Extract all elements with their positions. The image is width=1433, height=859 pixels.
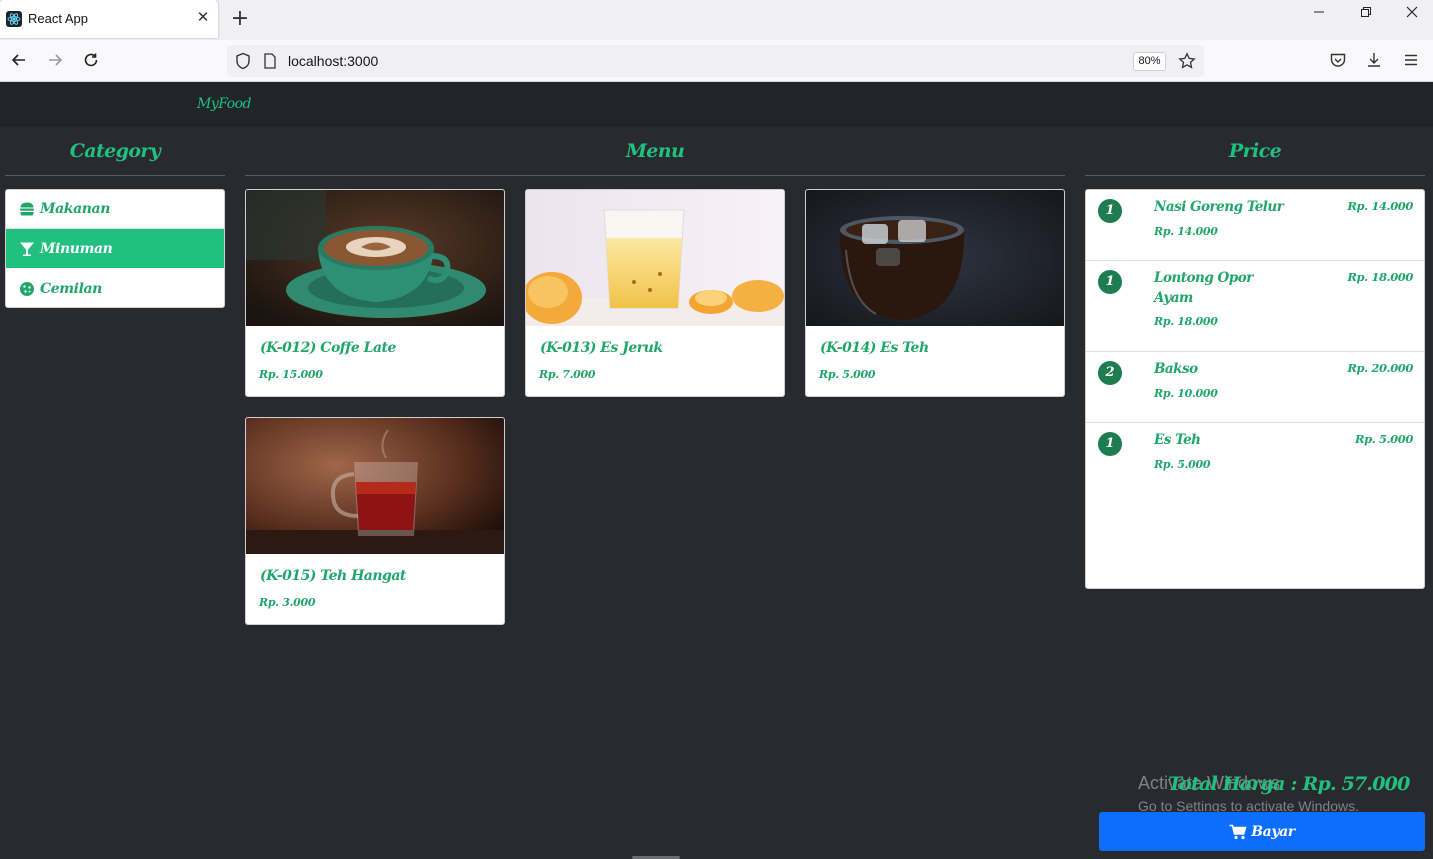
minimize-icon[interactable] — [1306, 6, 1332, 32]
order-list: 1 Nasi Goreng Telur Rp. 14.000 Rp. 14.00… — [1085, 189, 1425, 589]
cocktail-icon — [19, 241, 35, 257]
forward-icon[interactable] — [44, 49, 66, 71]
order-item-name: Bakso — [1154, 361, 1198, 377]
category-heading: Category — [69, 140, 161, 162]
category-label: Minuman — [40, 240, 113, 257]
burger-icon — [19, 201, 35, 217]
hot-tea-photo — [246, 418, 504, 554]
order-item-unit-price: Rp. 10.000 — [1154, 387, 1218, 400]
category-divider — [5, 175, 225, 176]
page-icon — [263, 53, 277, 73]
order-item-name: Lontong Opor Ayam — [1154, 270, 1253, 306]
category-item-cemilan[interactable]: Cemilan — [6, 269, 224, 307]
order-item[interactable]: 1 Es Teh Rp. 5.000 Rp. 5.000 — [1086, 423, 1424, 493]
order-item-name: Es Teh — [1154, 432, 1201, 448]
order-item[interactable]: 1 Nasi Goreng Telur Rp. 14.000 Rp. 14.00… — [1086, 190, 1424, 261]
order-item[interactable]: 1 Lontong Opor Ayam Rp. 18.000 Rp. 18.00… — [1086, 261, 1424, 352]
total-price: Total Harga : Rp. 57.000 — [1168, 773, 1410, 795]
quantity-badge: 1 — [1098, 199, 1122, 223]
url-bar[interactable]: localhost:3000 80% — [227, 45, 1204, 77]
menu-card[interactable]: (K-013) Es Jeruk Rp. 7.000 — [525, 189, 785, 397]
quantity-badge: 2 — [1098, 361, 1122, 385]
tab-title: React App — [28, 11, 88, 26]
new-tab-button[interactable]: + — [229, 7, 251, 31]
browser-tab-bar: React App ✕ + — [0, 0, 1433, 40]
order-item-unit-price: Rp. 18.000 — [1154, 315, 1218, 328]
menu-card[interactable]: (K-012) Coffe Late Rp. 15.000 — [245, 189, 505, 397]
category-item-minuman[interactable]: Minuman — [6, 229, 224, 268]
pocket-icon[interactable] — [1327, 49, 1349, 71]
category-label: Cemilan — [40, 280, 102, 297]
menu-card-price: Rp. 15.000 — [259, 368, 323, 381]
restore-icon[interactable] — [1353, 6, 1379, 32]
pay-button[interactable]: Bayar — [1099, 812, 1425, 851]
category-label: Makanan — [40, 201, 110, 217]
orange-juice-photo — [526, 190, 784, 326]
zoom-level-badge[interactable]: 80% — [1133, 52, 1166, 71]
cookie-icon — [19, 281, 35, 297]
menu-card-title: (K-014) Es Teh — [820, 340, 929, 356]
browser-toolbar: localhost:3000 80% — [0, 40, 1433, 82]
menu-card-title: (K-012) Coffe Late — [260, 340, 396, 356]
menu-card[interactable]: (K-015) Teh Hangat Rp. 3.000 — [245, 417, 505, 625]
shield-icon[interactable] — [235, 52, 251, 74]
order-item-unit-price: Rp. 5.000 — [1154, 458, 1211, 471]
menu-card-title: (K-015) Teh Hangat — [260, 568, 406, 584]
latte-photo — [246, 190, 504, 326]
category-list: Makanan Minuman Cemilan — [5, 189, 225, 308]
order-item-total: Rp. 14.000 — [1347, 199, 1413, 213]
close-window-icon[interactable] — [1399, 6, 1425, 32]
menu-icon[interactable] — [1400, 49, 1422, 71]
price-heading: Price — [1228, 140, 1282, 162]
order-item-name: Nasi Goreng Telur — [1154, 199, 1284, 215]
category-item-makanan[interactable]: Makanan — [6, 190, 224, 229]
quantity-badge: 1 — [1098, 270, 1122, 294]
url-text[interactable]: localhost:3000 — [288, 53, 378, 69]
menu-card-price: Rp. 5.000 — [819, 368, 876, 381]
react-favicon-icon — [6, 11, 22, 27]
menu-divider — [245, 175, 1065, 176]
app-navbar: MyFood — [0, 82, 1433, 127]
order-item-total: Rp. 5.000 — [1354, 432, 1413, 446]
menu-card-title: (K-013) Es Jeruk — [540, 340, 663, 356]
cart-icon — [1229, 824, 1247, 840]
order-item-unit-price: Rp. 14.000 — [1154, 225, 1218, 238]
menu-card-price: Rp. 3.000 — [259, 596, 316, 609]
menu-card[interactable]: (K-014) Es Teh Rp. 5.000 — [805, 189, 1065, 397]
download-icon[interactable] — [1363, 49, 1385, 71]
browser-tab[interactable]: React App ✕ — [0, 0, 218, 38]
price-divider — [1085, 175, 1425, 176]
order-item-total: Rp. 18.000 — [1347, 270, 1413, 284]
tab-close-icon[interactable]: ✕ — [194, 8, 212, 26]
order-item[interactable]: 2 Bakso Rp. 10.000 Rp. 20.000 — [1086, 352, 1424, 423]
order-item-total: Rp. 20.000 — [1347, 361, 1413, 375]
brand-logo[interactable]: MyFood — [197, 96, 252, 112]
pay-button-label: Bayar — [1251, 823, 1295, 840]
reload-icon[interactable] — [80, 49, 102, 71]
iced-tea-photo — [806, 190, 1064, 326]
quantity-badge: 1 — [1098, 432, 1122, 456]
bookmark-star-icon[interactable] — [1178, 52, 1196, 74]
menu-card-price: Rp. 7.000 — [539, 368, 596, 381]
menu-heading: Menu — [625, 140, 685, 162]
back-icon[interactable] — [8, 49, 30, 71]
